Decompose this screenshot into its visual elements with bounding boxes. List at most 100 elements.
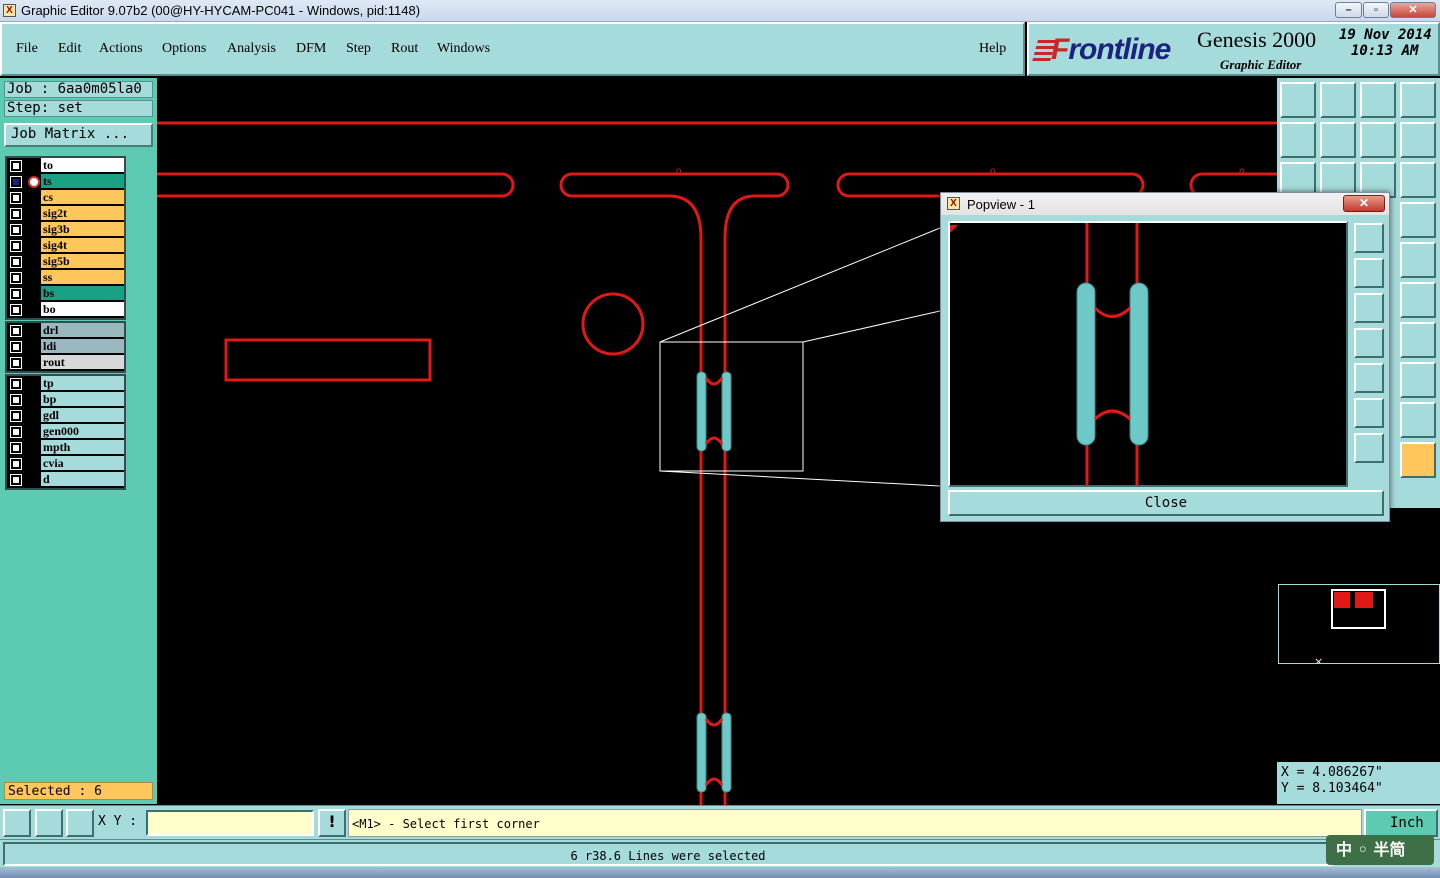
layer-checkbox[interactable] <box>10 240 22 252</box>
layer-checkbox[interactable] <box>10 442 22 454</box>
select-cursor-icon[interactable] <box>1400 442 1436 478</box>
alert-icon[interactable]: ! <box>318 809 346 837</box>
layer-row-gdl[interactable]: gdl <box>7 408 124 424</box>
pan-right-icon[interactable] <box>1320 122 1356 158</box>
menu-analysis[interactable]: Analysis <box>227 41 276 57</box>
layer-checkbox[interactable] <box>10 325 22 337</box>
window-split-icon[interactable] <box>1400 82 1436 118</box>
layer-checkbox[interactable] <box>10 192 22 204</box>
xy-input[interactable] <box>146 810 314 836</box>
layer-name[interactable]: tp <box>41 376 124 391</box>
line-tool-icon[interactable] <box>35 809 63 837</box>
maximize-button[interactable]: ▫ <box>1363 2 1389 18</box>
menu-options[interactable]: Options <box>162 41 206 57</box>
popview-close-x-button[interactable]: ✕ <box>1343 195 1385 212</box>
layer-checkbox[interactable] <box>10 410 22 422</box>
layer-row-tp[interactable]: tp <box>7 376 124 392</box>
menu-actions[interactable]: Actions <box>99 41 143 57</box>
popview-left-icon[interactable] <box>1354 328 1384 358</box>
layer-row-bp[interactable]: bp <box>7 392 124 408</box>
layer-checkbox[interactable] <box>10 357 22 369</box>
popview-canvas[interactable] <box>948 221 1348 487</box>
layer-checkbox[interactable] <box>10 288 22 300</box>
layer-row-rout[interactable]: rout <box>7 355 124 371</box>
menu-step[interactable]: Step <box>346 41 371 57</box>
layer-name[interactable]: cs <box>41 190 124 205</box>
layer-name[interactable]: bp <box>41 392 124 407</box>
popview-zoom-icon[interactable] <box>1354 223 1384 253</box>
layer-name[interactable]: sig3b <box>41 222 124 237</box>
layer-row-d[interactable]: d <box>7 472 124 488</box>
layer-row-ss[interactable]: ss <box>7 270 124 286</box>
job-matrix-button[interactable]: Job Matrix ... <box>4 123 153 147</box>
help-question-icon[interactable] <box>1400 162 1436 198</box>
undo-view-icon[interactable] <box>1360 122 1396 158</box>
pad-icon[interactable] <box>1400 242 1436 278</box>
layer-row-sig3b[interactable]: sig3b <box>7 222 124 238</box>
layer-name[interactable]: ts <box>41 174 124 189</box>
layer-checkbox[interactable] <box>10 394 22 406</box>
layer-row-bo[interactable]: bo <box>7 302 124 318</box>
layer-checkbox[interactable] <box>10 474 22 486</box>
snap-icon[interactable] <box>1400 202 1436 238</box>
layer-row-cs[interactable]: cs <box>7 190 124 206</box>
layer-checkbox[interactable] <box>10 160 22 172</box>
feature-filter-icon[interactable] <box>1400 322 1436 358</box>
layer-name[interactable]: mpth <box>41 440 124 455</box>
layer-name[interactable]: drl <box>41 323 124 338</box>
menu-help[interactable]: Help <box>979 41 1006 57</box>
layer-checkbox[interactable] <box>10 378 22 390</box>
zoom-window-icon[interactable] <box>3 809 31 837</box>
window-close-button[interactable]: ✕ <box>1390 2 1436 18</box>
popview-title-bar[interactable]: X Popview - 1 ✕ <box>941 193 1389 215</box>
layer-checkbox[interactable] <box>10 272 22 284</box>
layer-row-to[interactable]: to <box>7 158 124 174</box>
layer-name[interactable]: cvia <box>41 456 124 471</box>
popview-center-icon[interactable] <box>1354 433 1384 463</box>
layer-name[interactable]: bo <box>41 302 124 317</box>
popview-fit-icon[interactable] <box>1354 398 1384 428</box>
measure-icon[interactable] <box>1400 282 1436 318</box>
layer-name[interactable]: sig2t <box>41 206 124 221</box>
layer-checkbox[interactable] <box>10 426 22 438</box>
layer-checkbox[interactable] <box>10 458 22 470</box>
layer-name[interactable]: d <box>41 472 124 487</box>
minimize-button[interactable]: – <box>1335 2 1362 18</box>
layer-name[interactable]: rout <box>41 355 124 370</box>
layer-row-ts[interactable]: ts <box>7 174 124 190</box>
zoom-down-icon[interactable] <box>1320 82 1356 118</box>
unit-selector[interactable]: Inch <box>1364 809 1438 837</box>
layer-name[interactable]: to <box>41 158 124 173</box>
menu-edit[interactable]: Edit <box>58 41 81 57</box>
layer-name[interactable]: ss <box>41 270 124 285</box>
layer-checkbox[interactable] <box>10 304 22 316</box>
layer-name[interactable]: bs <box>41 286 124 301</box>
layer-row-sig5b[interactable]: sig5b <box>7 254 124 270</box>
shapes-icon[interactable] <box>1400 362 1436 398</box>
layer-name[interactable]: sig4t <box>41 238 124 253</box>
grid-icon[interactable] <box>66 809 94 837</box>
analysis-icon[interactable] <box>1400 402 1436 438</box>
menu-file[interactable]: File <box>16 41 38 57</box>
menu-dfm[interactable]: DFM <box>296 41 326 57</box>
pan-left-icon[interactable] <box>1280 122 1316 158</box>
layer-row-drl[interactable]: drl <box>7 323 124 339</box>
home-icon[interactable] <box>1360 82 1396 118</box>
layer-row-mpth[interactable]: mpth <box>7 440 124 456</box>
layer-name[interactable]: gen000 <box>41 424 124 439</box>
popview-close-button[interactable]: Close <box>948 490 1384 516</box>
layer-row-cvia[interactable]: cvia <box>7 456 124 472</box>
popview-right-icon[interactable] <box>1354 363 1384 393</box>
layer-checkbox[interactable] <box>10 208 22 220</box>
layer-checkbox[interactable] <box>10 341 22 353</box>
zoom-up-icon[interactable] <box>1280 82 1316 118</box>
layer-name[interactable]: sig5b <box>41 254 124 269</box>
layer-row-gen000[interactable]: gen000 <box>7 424 124 440</box>
redraw-icon[interactable] <box>1400 122 1436 158</box>
menu-rout[interactable]: Rout <box>391 41 418 57</box>
layer-row-sig2t[interactable]: sig2t <box>7 206 124 222</box>
layer-name[interactable]: gdl <box>41 408 124 423</box>
ime-indicator[interactable]: 中 ◦ 半简 <box>1326 835 1434 865</box>
layer-row-ldi[interactable]: ldi <box>7 339 124 355</box>
layer-row-sig4t[interactable]: sig4t <box>7 238 124 254</box>
